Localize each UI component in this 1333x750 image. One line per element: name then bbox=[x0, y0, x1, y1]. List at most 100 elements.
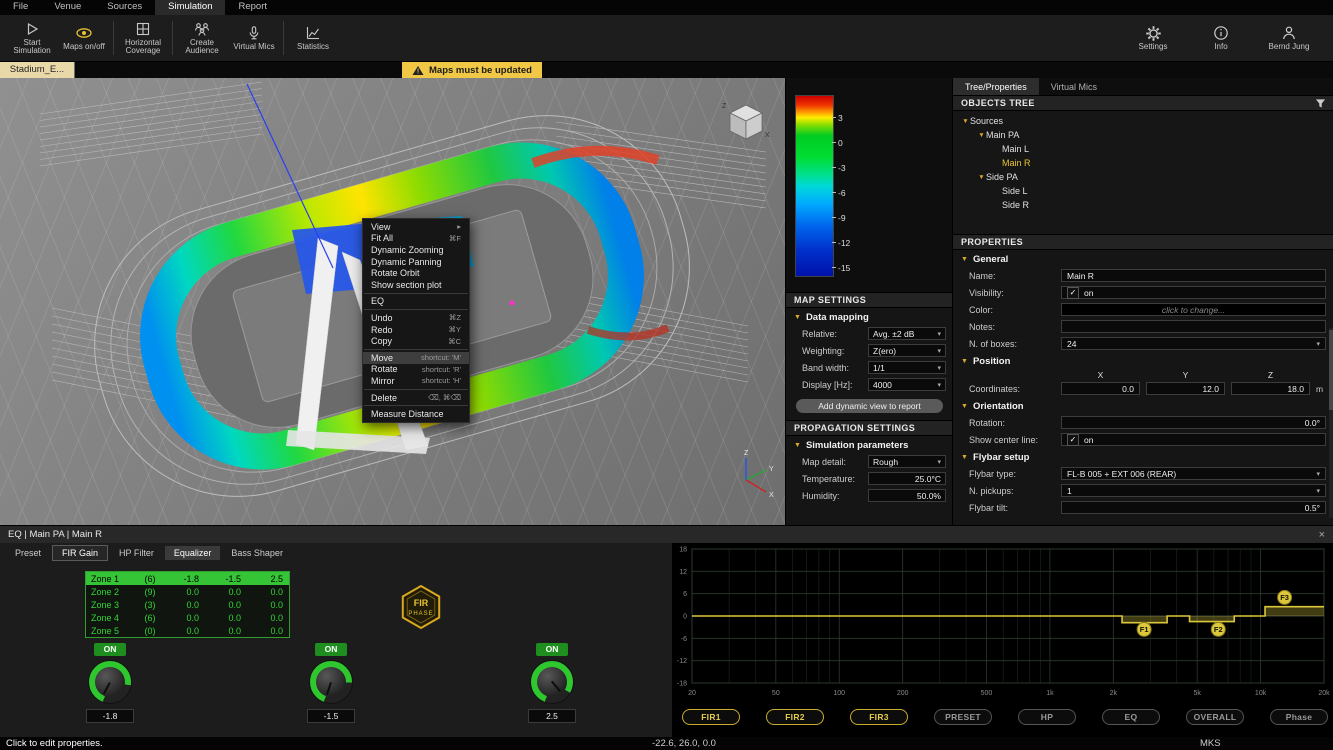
menu-file[interactable]: File bbox=[0, 0, 41, 15]
weightingdropdown[interactable]: Z(ero)▾ bbox=[868, 344, 946, 357]
visibility-field[interactable]: ✓ on bbox=[1061, 286, 1326, 299]
eq-marker-f3[interactable]: F3 bbox=[1278, 590, 1292, 604]
eq-marker-f1[interactable]: F1 bbox=[1137, 622, 1151, 636]
document-tab[interactable]: Stadium_E... bbox=[0, 62, 75, 78]
rotation-field[interactable]: 0.0° bbox=[1061, 416, 1326, 429]
gain-value-field[interactable]: -1.8 bbox=[86, 709, 134, 723]
pickups-dropdown[interactable]: 1 ▾ bbox=[1061, 484, 1326, 497]
gain-value-field[interactable]: 2.5 bbox=[528, 709, 576, 723]
menu-report[interactable]: Report bbox=[225, 0, 280, 15]
gain-knob[interactable] bbox=[88, 660, 132, 704]
zone-row-5[interactable]: Zone 5(0)0.00.00.0 bbox=[86, 624, 289, 637]
button-fir1[interactable]: FIR1 bbox=[682, 709, 740, 725]
context-menu-item-eq[interactable]: EQ bbox=[363, 296, 469, 308]
position-section[interactable]: ▼ Position bbox=[953, 352, 1333, 369]
zone-row-3[interactable]: Zone 3(3)0.00.00.0 bbox=[86, 598, 289, 611]
map-detaildropdown[interactable]: Rough▾ bbox=[868, 455, 946, 468]
tab-virtual-mics[interactable]: Virtual Mics bbox=[1039, 78, 1109, 95]
toolbar-settings[interactable]: Settings bbox=[1127, 23, 1179, 54]
button-fir2[interactable]: FIR2 bbox=[766, 709, 824, 725]
centerline-field[interactable]: ✓ on bbox=[1061, 433, 1326, 446]
context-menu-item-undo[interactable]: Undo⌘Z bbox=[363, 312, 469, 324]
toolbar-horizontal-coverage[interactable]: Horizontal Coverage bbox=[117, 19, 169, 58]
context-menu-item-mirror[interactable]: Mirrorshortcut: 'H' bbox=[363, 375, 469, 387]
gain-value-field[interactable]: -1.5 bbox=[307, 709, 355, 723]
context-menu-item-rotate[interactable]: Rotateshortcut: 'R' bbox=[363, 364, 469, 376]
eq-marker-f2[interactable]: F2 bbox=[1211, 622, 1225, 636]
toolbar-statistics[interactable]: Statistics bbox=[287, 23, 339, 54]
add-dynamic-view-button[interactable]: Add dynamic view to report bbox=[796, 399, 943, 413]
coordinate-x-field[interactable]: 0.0 bbox=[1061, 382, 1140, 395]
toolbar-virtual-mics[interactable]: Virtual Mics bbox=[228, 23, 280, 54]
properties-scrollbar[interactable] bbox=[1329, 328, 1333, 518]
context-menu-item-dynamic-panning[interactable]: Dynamic Panning bbox=[363, 256, 469, 268]
visibility-checkbox[interactable]: ✓ bbox=[1067, 287, 1079, 299]
centerline-checkbox[interactable]: ✓ bbox=[1067, 434, 1079, 446]
zone-gain-table[interactable]: Zone 1(6)-1.8-1.52.5Zone 2(9)0.00.00.0Zo… bbox=[85, 571, 290, 638]
button-eq[interactable]: EQ bbox=[1102, 709, 1160, 725]
channel-on-button[interactable]: ON bbox=[536, 643, 568, 656]
eq-tab-fir-gain[interactable]: FIR Gain bbox=[52, 545, 108, 561]
toolbar-maps-on-off[interactable]: Maps on/off bbox=[58, 23, 110, 54]
orientation-section[interactable]: ▼ Orientation bbox=[953, 397, 1333, 414]
context-menu-item-move[interactable]: Moveshortcut: 'M' bbox=[363, 352, 469, 364]
simulation-parameters-section[interactable]: ▼ Simulation parameters bbox=[786, 436, 953, 453]
context-menu-item-view[interactable]: View▸ bbox=[363, 221, 469, 233]
band-widthdropdown[interactable]: 1/1▾ bbox=[868, 361, 946, 374]
context-menu-item-dynamic-zooming[interactable]: Dynamic Zooming bbox=[363, 244, 469, 256]
context-menu-item-redo[interactable]: Redo⌘Y bbox=[363, 324, 469, 336]
temperatureinput[interactable]: 25.0°C bbox=[868, 472, 946, 485]
tab-tree-properties[interactable]: Tree/Properties bbox=[953, 78, 1039, 95]
flybar-section[interactable]: ▼ Flybar setup bbox=[953, 448, 1333, 465]
toolbar-create-audience[interactable]: Create Audience bbox=[176, 19, 228, 58]
tree-item-side-l[interactable]: Side L bbox=[953, 184, 1333, 198]
zone-row-1[interactable]: Zone 1(6)-1.8-1.52.5 bbox=[86, 572, 289, 585]
coordinate-z-field[interactable]: 18.0 bbox=[1231, 382, 1310, 395]
tree-item-sources[interactable]: ▼Sources bbox=[953, 114, 1333, 128]
button-preset[interactable]: PRESET bbox=[934, 709, 992, 725]
context-menu-item-show-section-plot[interactable]: Show section plot bbox=[363, 279, 469, 291]
tree-expand-icon[interactable]: ▼ bbox=[977, 174, 986, 181]
tree-item-main-l[interactable]: Main L bbox=[953, 142, 1333, 156]
menu-sources[interactable]: Sources bbox=[94, 0, 155, 15]
menu-venue[interactable]: Venue bbox=[41, 0, 94, 15]
tree-expand-icon[interactable]: ▼ bbox=[961, 118, 970, 125]
gain-knob[interactable] bbox=[309, 660, 353, 704]
coordinate-y-field[interactable]: 12.0 bbox=[1146, 382, 1225, 395]
tree-item-main-pa[interactable]: ▼Main PA bbox=[953, 128, 1333, 142]
name-field[interactable]: Main R bbox=[1061, 269, 1326, 282]
nav-cube[interactable]: Z X bbox=[716, 88, 776, 148]
channel-on-button[interactable]: ON bbox=[315, 643, 347, 656]
eq-tab-preset[interactable]: Preset bbox=[6, 546, 50, 560]
general-section[interactable]: ▼ General bbox=[953, 250, 1333, 267]
eq-tab-equalizer[interactable]: Equalizer bbox=[165, 546, 221, 560]
display-hzdropdown[interactable]: 4000▾ bbox=[868, 378, 946, 391]
toolbar-bernd-jung[interactable]: Bernd Jung bbox=[1263, 23, 1315, 54]
context-menu-item-measure-distance[interactable]: Measure Distance bbox=[363, 408, 469, 420]
context-menu-item-delete[interactable]: Delete⌫, ⌘⌫ bbox=[363, 392, 469, 404]
flybar-tilt-field[interactable]: 0.5° bbox=[1061, 501, 1326, 514]
toolbar-info[interactable]: Info bbox=[1195, 23, 1247, 54]
color-field[interactable]: click to change... bbox=[1061, 303, 1326, 316]
button-overall[interactable]: OVERALL bbox=[1186, 709, 1244, 725]
humidityinput[interactable]: 50.0% bbox=[868, 489, 946, 502]
tree-item-side-r[interactable]: Side R bbox=[953, 198, 1333, 212]
notes-field[interactable] bbox=[1061, 320, 1326, 333]
fir-response-graph[interactable]: 20501002005001k2k5k10k20k181260-6-12-18F… bbox=[672, 543, 1333, 737]
zone-row-2[interactable]: Zone 2(9)0.00.00.0 bbox=[86, 585, 289, 598]
button-phase[interactable]: Phase bbox=[1270, 709, 1328, 725]
n-of-boxes-dropdown[interactable]: 24 ▾ bbox=[1061, 337, 1326, 350]
filter-icon[interactable] bbox=[1315, 98, 1326, 109]
menu-simulation[interactable]: Simulation bbox=[155, 0, 225, 15]
tree-item-side-pa[interactable]: ▼Side PA bbox=[953, 170, 1333, 184]
virtual-mic-marker[interactable] bbox=[510, 301, 515, 306]
close-icon[interactable]: × bbox=[1319, 529, 1325, 541]
channel-on-button[interactable]: ON bbox=[94, 643, 126, 656]
data-mapping-section[interactable]: ▼ Data mapping bbox=[786, 308, 953, 325]
viewport-3d[interactable]: Z X Z Y X View▸Fit All⌘FDynamic ZoomingD… bbox=[0, 78, 785, 525]
button-fir3[interactable]: FIR3 bbox=[850, 709, 908, 725]
gain-knob[interactable] bbox=[530, 660, 574, 704]
eq-tab-hp-filter[interactable]: HP Filter bbox=[110, 546, 163, 560]
eq-panel-titlebar[interactable]: EQ | Main PA | Main R × bbox=[0, 525, 1333, 544]
flybar-type-dropdown[interactable]: FL-B 005 + EXT 006 (REAR) ▾ bbox=[1061, 467, 1326, 480]
